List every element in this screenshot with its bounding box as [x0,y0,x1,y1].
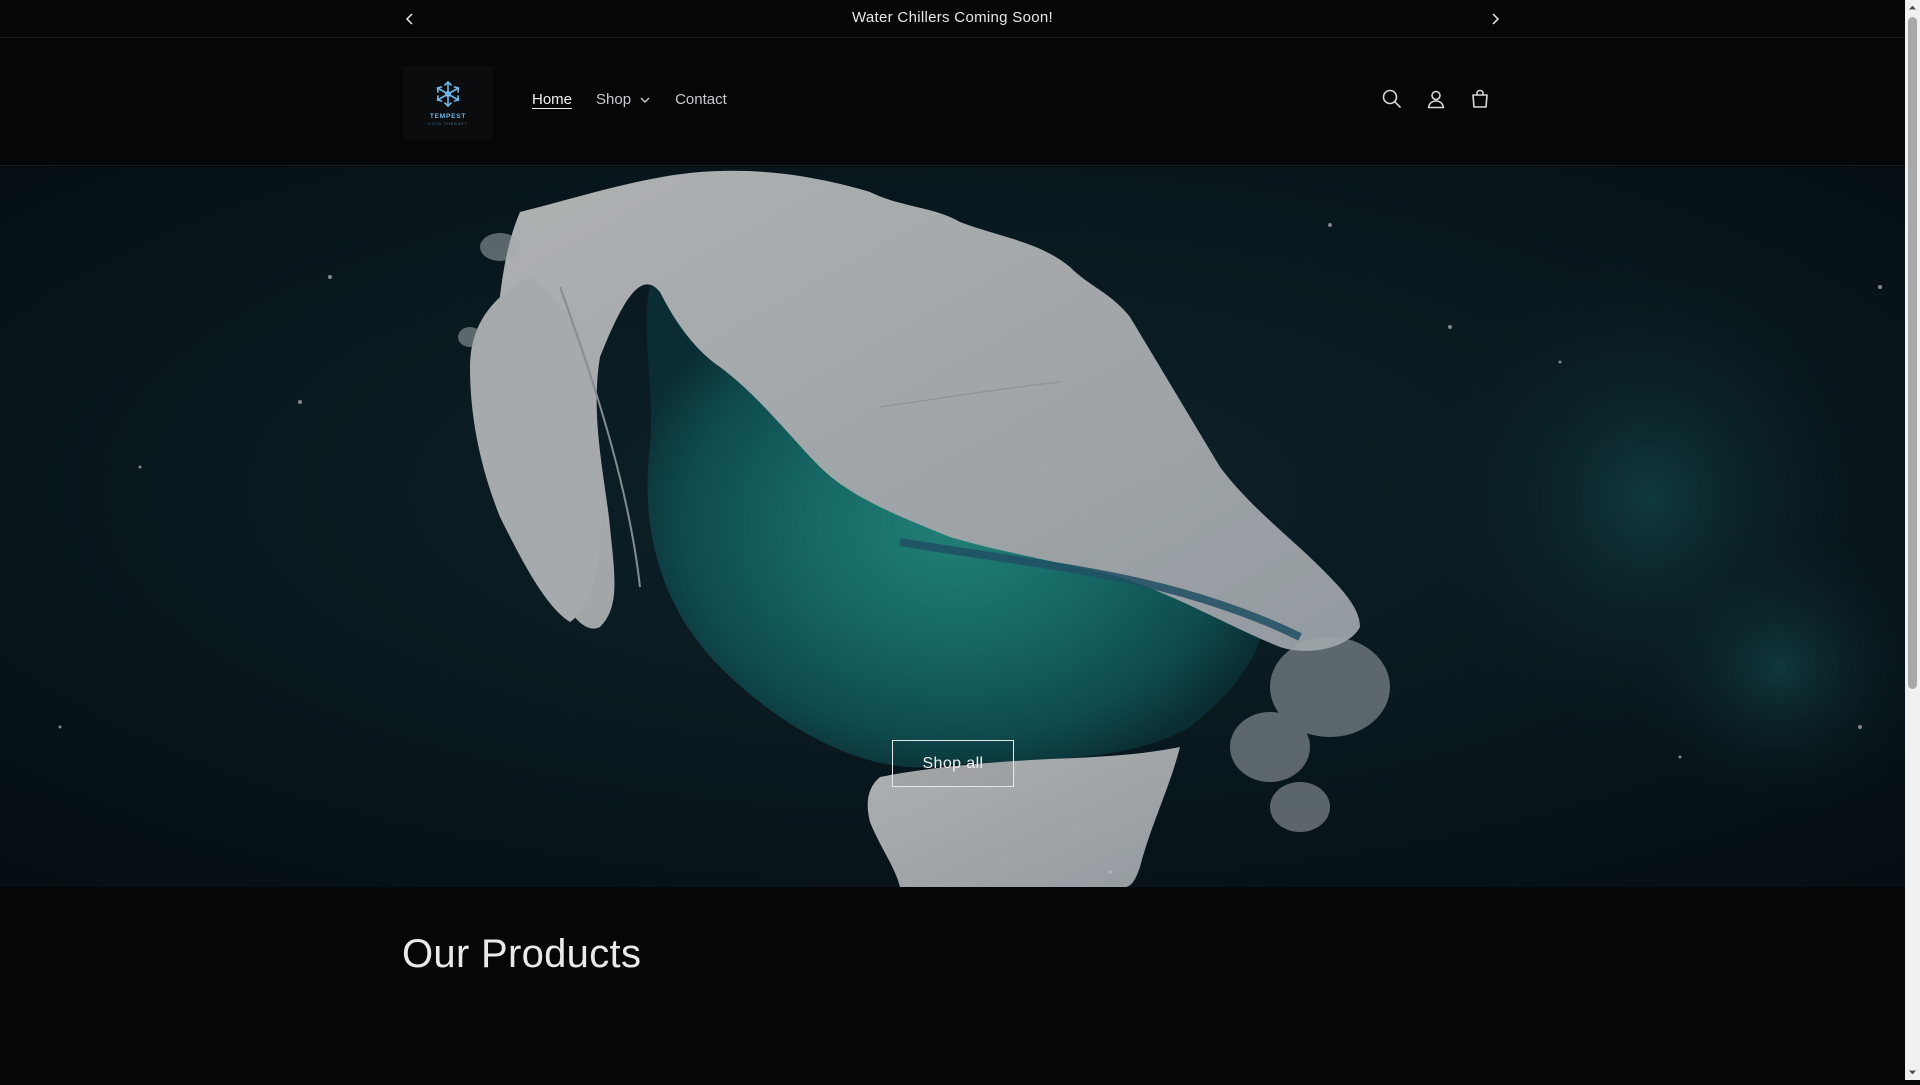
nav-item-label: Contact [675,91,727,108]
caret-down-icon [1909,1070,1916,1075]
header-actions [1380,87,1492,111]
site-header: TEMPEST COLD THERAPY Home Shop Contact [0,39,1905,166]
cart-icon [1472,89,1488,108]
store-logo[interactable]: TEMPEST COLD THERAPY [403,66,493,139]
scroll-up-button[interactable] [1905,0,1920,15]
announcement-text: Water Chillers Coming Soon! [852,9,1053,26]
search-icon [1382,89,1401,108]
scroll-down-button[interactable] [1905,1065,1920,1080]
page-scrollbar[interactable] [1905,0,1920,1080]
page: Water Chillers Coming Soon! TEMPEST COLD… [0,0,1905,1080]
logo-subtext: COLD THERAPY [428,122,468,126]
cart-button[interactable] [1468,87,1492,111]
snowflake-logo-icon: TEMPEST COLD THERAPY [428,80,468,126]
announcement-next-button[interactable] [1485,9,1505,29]
nav-item-label: Home [532,91,573,108]
shop-all-button[interactable]: Shop all [892,740,1014,787]
chevron-down-icon [639,91,651,108]
search-button[interactable] [1380,87,1404,111]
account-button[interactable] [1424,87,1448,111]
main-nav: Home Shop Contact [532,91,751,108]
scroll-thumb[interactable] [1908,17,1917,689]
nav-item-label: Shop [596,91,632,108]
nav-item-shop[interactable]: Shop [596,91,651,108]
nav-item-contact[interactable]: Contact [675,91,727,108]
hero-banner: Shop all [0,167,1905,887]
nav-item-home[interactable]: Home [532,91,572,108]
account-icon [1427,90,1445,109]
chevron-right-icon [1492,13,1500,25]
logo-wordmark: TEMPEST [430,113,466,120]
products-section-title: Our Products [402,932,642,976]
caret-up-icon [1909,5,1916,10]
announcement-bar: Water Chillers Coming Soon! [0,0,1905,38]
